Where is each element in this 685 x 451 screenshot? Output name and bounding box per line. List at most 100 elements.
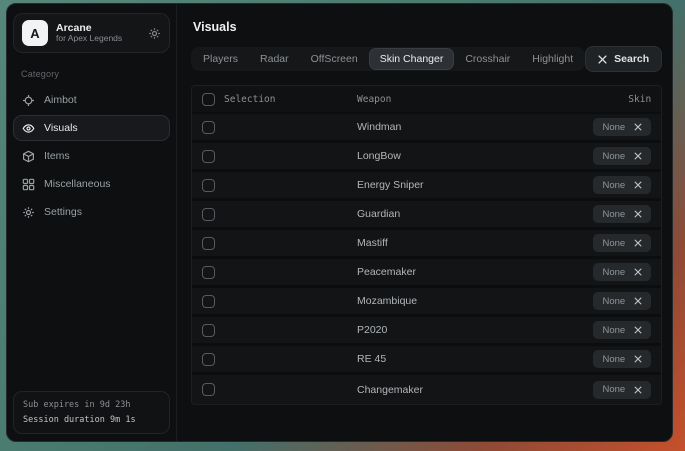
table-row: RE 45 None bbox=[192, 346, 661, 375]
row-checkbox[interactable] bbox=[202, 121, 215, 134]
skin-cell: None bbox=[593, 118, 651, 136]
remove-icon[interactable] bbox=[634, 386, 642, 394]
session-duration-text: Session duration 9m 1s bbox=[23, 413, 160, 427]
toolbar: PlayersRadarOffScreenSkin ChangerCrossha… bbox=[191, 46, 662, 72]
row-checkbox[interactable] bbox=[202, 150, 215, 163]
column-header-selection: Selection bbox=[224, 94, 357, 105]
app-logo: A bbox=[22, 20, 48, 46]
weapon-name: Mozambique bbox=[357, 295, 593, 307]
remove-icon[interactable] bbox=[634, 210, 642, 218]
skin-cell: None bbox=[593, 321, 651, 339]
sidebar: A Arcane for Apex Legends Category Aimbo… bbox=[7, 4, 177, 441]
remove-icon[interactable] bbox=[634, 268, 642, 276]
skin-selector[interactable]: None bbox=[593, 205, 651, 223]
skin-cell: None bbox=[593, 292, 651, 310]
tab-skin-changer[interactable]: Skin Changer bbox=[370, 49, 454, 69]
skin-selector[interactable]: None bbox=[593, 350, 651, 368]
sidebar-item-label: Visuals bbox=[44, 122, 78, 134]
weapon-name: LongBow bbox=[357, 150, 593, 162]
remove-icon[interactable] bbox=[634, 123, 642, 131]
tab-players[interactable]: Players bbox=[193, 49, 248, 69]
row-checkbox[interactable] bbox=[202, 179, 215, 192]
row-checkbox[interactable] bbox=[202, 353, 215, 366]
search-icon bbox=[598, 55, 607, 64]
remove-icon[interactable] bbox=[634, 239, 642, 247]
sidebar-item-label: Miscellaneous bbox=[44, 178, 111, 190]
skin-value: None bbox=[602, 209, 625, 220]
tab-bar: PlayersRadarOffScreenSkin ChangerCrossha… bbox=[191, 47, 585, 71]
remove-icon[interactable] bbox=[634, 326, 642, 334]
brand-card[interactable]: A Arcane for Apex Legends bbox=[13, 13, 170, 53]
row-checkbox[interactable] bbox=[202, 383, 215, 396]
column-header-skin: Skin bbox=[628, 94, 651, 105]
row-checkbox[interactable] bbox=[202, 208, 215, 221]
sidebar-item-label: Aimbot bbox=[44, 94, 77, 106]
skin-value: None bbox=[602, 296, 625, 307]
skin-selector[interactable]: None bbox=[593, 292, 651, 310]
sidebar-item-visuals[interactable]: Visuals bbox=[13, 115, 170, 141]
skin-selector[interactable]: None bbox=[593, 263, 651, 281]
weapon-name: Energy Sniper bbox=[357, 179, 593, 191]
skin-selector[interactable]: None bbox=[593, 176, 651, 194]
remove-icon[interactable] bbox=[634, 181, 642, 189]
table-row: Mozambique None bbox=[192, 288, 661, 317]
weapon-name: Peacemaker bbox=[357, 266, 593, 278]
skin-selector[interactable]: None bbox=[593, 234, 651, 252]
table-header: Selection Weapon Skin bbox=[192, 86, 661, 114]
row-checkbox[interactable] bbox=[202, 237, 215, 250]
skin-cell: None bbox=[593, 205, 651, 223]
remove-icon[interactable] bbox=[634, 152, 642, 160]
sidebar-item-settings[interactable]: Settings bbox=[13, 199, 170, 225]
search-button[interactable]: Search bbox=[585, 46, 662, 72]
skin-cell: None bbox=[593, 263, 651, 281]
skin-value: None bbox=[602, 384, 625, 395]
skin-value: None bbox=[602, 354, 625, 365]
sidebar-item-items[interactable]: Items bbox=[13, 143, 170, 169]
skin-selector[interactable]: None bbox=[593, 321, 651, 339]
gear-icon bbox=[22, 206, 35, 219]
skin-selector[interactable]: None bbox=[593, 381, 651, 399]
row-checkbox[interactable] bbox=[202, 266, 215, 279]
app-window: A Arcane for Apex Legends Category Aimbo… bbox=[6, 3, 673, 442]
remove-icon[interactable] bbox=[634, 297, 642, 305]
tab-radar[interactable]: Radar bbox=[250, 49, 299, 69]
tab-crosshair[interactable]: Crosshair bbox=[455, 49, 520, 69]
table-row: P2020None bbox=[192, 317, 661, 346]
category-label: Category bbox=[21, 69, 170, 79]
weapon-name: Changemaker bbox=[357, 384, 593, 396]
table-row: Guardian None bbox=[192, 201, 661, 230]
remove-icon[interactable] bbox=[634, 355, 642, 363]
app-subtitle: for Apex Legends bbox=[56, 34, 140, 44]
tab-offscreen[interactable]: OffScreen bbox=[301, 49, 368, 69]
weapon-name: RE 45 bbox=[357, 353, 593, 365]
table-row: Changemaker None bbox=[192, 375, 661, 404]
skin-value: None bbox=[602, 325, 625, 336]
skin-value: None bbox=[602, 267, 625, 278]
sidebar-nav: Aimbot Visuals Items Miscellaneous Settings bbox=[13, 87, 170, 225]
table-row: LongBowNone bbox=[192, 143, 661, 172]
gear-icon[interactable] bbox=[148, 27, 161, 40]
weapon-name: Mastiff bbox=[357, 237, 593, 249]
brand-text: Arcane for Apex Legends bbox=[56, 22, 140, 44]
skin-cell: None bbox=[593, 234, 651, 252]
skin-value: None bbox=[602, 122, 625, 133]
eye-icon bbox=[22, 122, 35, 135]
weapon-name: Guardian bbox=[357, 208, 593, 220]
sidebar-item-aimbot[interactable]: Aimbot bbox=[13, 87, 170, 113]
sidebar-item-miscellaneous[interactable]: Miscellaneous bbox=[13, 171, 170, 197]
skin-selector[interactable]: None bbox=[593, 147, 651, 165]
select-all-checkbox[interactable] bbox=[202, 93, 215, 106]
skin-value: None bbox=[602, 238, 625, 249]
search-button-label: Search bbox=[614, 53, 649, 65]
crosshair-icon bbox=[22, 94, 35, 107]
row-checkbox[interactable] bbox=[202, 324, 215, 337]
tab-highlight[interactable]: Highlight bbox=[522, 49, 583, 69]
skin-cell: None bbox=[593, 381, 651, 399]
skin-selector[interactable]: None bbox=[593, 118, 651, 136]
grid-icon bbox=[22, 178, 35, 191]
row-checkbox[interactable] bbox=[202, 295, 215, 308]
skin-cell: None bbox=[593, 350, 651, 368]
table-row: WindmanNone bbox=[192, 114, 661, 143]
table-body: WindmanNoneLongBowNoneEnergy SniperNoneG… bbox=[192, 114, 661, 404]
skin-table: Selection Weapon Skin WindmanNoneLongBow… bbox=[191, 85, 662, 405]
